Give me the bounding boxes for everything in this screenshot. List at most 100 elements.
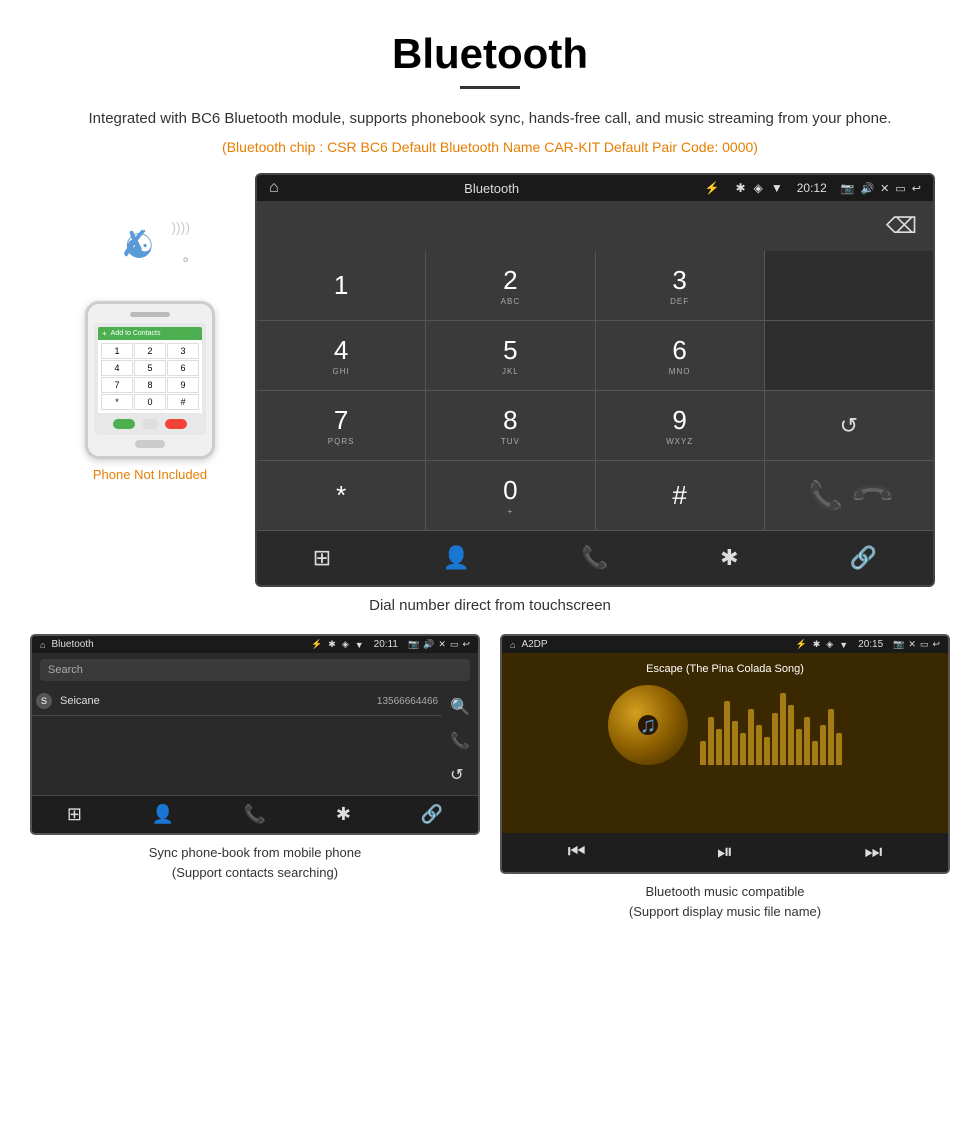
music-usb-icon: ⚡ bbox=[796, 639, 807, 650]
music-close-icon[interactable]: ✕ bbox=[908, 639, 916, 650]
home-icon[interactable]: ⌂ bbox=[269, 179, 279, 197]
music-window-icon[interactable]: ▭ bbox=[920, 639, 929, 650]
music-visualizer bbox=[700, 685, 842, 765]
pb-signal-icon: ▼ bbox=[355, 640, 364, 650]
next-button[interactable]: ⏭ bbox=[864, 841, 882, 864]
phonebook-screen: ⌂ Bluetooth ⚡ ✱ ◈ ▼ 20:11 📷 🔊 ✕ ▭ ↩ Sear… bbox=[30, 634, 480, 835]
key-5-sub: JKL bbox=[502, 367, 519, 376]
key-star[interactable]: * bbox=[257, 461, 425, 530]
pb-search-icon[interactable]: 🔍 bbox=[450, 697, 470, 717]
contact-item[interactable]: S Seicane 13566664466 bbox=[32, 687, 442, 716]
key-1-num: 1 bbox=[334, 270, 348, 301]
key-9[interactable]: 9 WXYZ bbox=[596, 391, 764, 460]
music-caption: Bluetooth music compatible (Support disp… bbox=[629, 882, 821, 921]
key-8[interactable]: 8 TUV bbox=[426, 391, 594, 460]
bar-14 bbox=[804, 717, 810, 765]
music-back-icon[interactable]: ↩ bbox=[932, 639, 940, 650]
song-title: Escape (The Pina Colada Song) bbox=[646, 663, 804, 675]
phone-dial-bottom bbox=[98, 417, 202, 431]
usb-icon: ⚡ bbox=[705, 181, 720, 195]
link-icon[interactable]: 🔗 bbox=[842, 541, 885, 575]
key-0[interactable]: 0 + bbox=[426, 461, 594, 530]
music-caption-line1: Bluetooth music compatible bbox=[646, 884, 805, 899]
page-title: Bluetooth bbox=[0, 30, 980, 78]
pb-bt-icon: ✱ bbox=[328, 639, 336, 650]
bluetooth-symbol: ☯ bbox=[124, 227, 154, 267]
close-icon[interactable]: ✕ bbox=[880, 182, 889, 195]
key-6[interactable]: 6 MNO bbox=[596, 321, 764, 390]
contacts-icon[interactable]: 👤 bbox=[435, 541, 478, 575]
add-to-contacts-label: Add to Contacts bbox=[111, 330, 161, 337]
music-screen-title: A2DP bbox=[521, 639, 789, 650]
call-red-icon[interactable]: 📞 bbox=[848, 472, 896, 520]
pb-back-icon[interactable]: ↩ bbox=[462, 639, 470, 650]
bar-15 bbox=[812, 741, 818, 765]
signal-icon: ▼ bbox=[771, 181, 783, 195]
key-4-sub: GHI bbox=[333, 367, 350, 376]
phone-speaker bbox=[130, 312, 170, 317]
key-3-num: 3 bbox=[672, 265, 686, 296]
dial-grid: 1 2 ABC 3 DEF 4 GHI 5 JKL 6 bbox=[257, 251, 933, 530]
phonebook-block: ⌂ Bluetooth ⚡ ✱ ◈ ▼ 20:11 📷 🔊 ✕ ▭ ↩ Sear… bbox=[30, 634, 480, 921]
contact-name: Seicane bbox=[60, 695, 377, 707]
key-8-sub: TUV bbox=[501, 437, 520, 446]
bar-8 bbox=[756, 725, 762, 765]
empty-cell-1 bbox=[765, 251, 933, 320]
key-2[interactable]: 2 ABC bbox=[426, 251, 594, 320]
prev-button[interactable]: ⏮ bbox=[568, 841, 586, 864]
pb-phone-icon[interactable]: 📞 bbox=[244, 804, 266, 825]
right-icons-group: 📷 🔊 ✕ ▭ ↩ bbox=[841, 182, 921, 195]
play-pause-button[interactable]: ⏯ bbox=[717, 841, 733, 864]
phonebook-search-bar[interactable]: Search bbox=[40, 659, 470, 681]
pb-volume-icon[interactable]: 🔊 bbox=[423, 639, 434, 650]
specs-line: (Bluetooth chip : CSR BC6 Default Blueto… bbox=[0, 139, 980, 155]
key-2-num: 2 bbox=[503, 265, 517, 296]
bar-18 bbox=[836, 733, 842, 765]
volume-icon[interactable]: 🔊 bbox=[860, 182, 874, 195]
pb-window-icon[interactable]: ▭ bbox=[450, 639, 459, 650]
call-green-icon[interactable]: 📞 bbox=[808, 479, 843, 512]
music-block: ⌂ A2DP ⚡ ✱ ◈ ▼ 20:15 📷 ✕ ▭ ↩ Escape (The… bbox=[500, 634, 950, 921]
key-9-sub: WXYZ bbox=[666, 437, 693, 446]
pb-bt-bottom-icon[interactable]: ✱ bbox=[336, 804, 351, 825]
bar-10 bbox=[772, 713, 778, 765]
music-camera-icon[interactable]: 📷 bbox=[893, 639, 904, 650]
grid-icon[interactable]: ⊞ bbox=[305, 541, 339, 575]
key-4[interactable]: 4 GHI bbox=[257, 321, 425, 390]
pb-close-icon[interactable]: ✕ bbox=[438, 639, 446, 650]
pb-contacts-icon[interactable]: 👤 bbox=[152, 804, 174, 825]
pb-camera-icon[interactable]: 📷 bbox=[408, 639, 419, 650]
music-caption-line2: (Support display music file name) bbox=[629, 904, 821, 919]
bar-7 bbox=[748, 709, 754, 765]
pb-grid-icon[interactable]: ⊞ bbox=[67, 804, 82, 825]
pb-refresh-icon[interactable]: ↺ bbox=[450, 765, 470, 785]
call-end-cell[interactable]: 📞 📞 bbox=[765, 461, 933, 530]
camera-icon[interactable]: 📷 bbox=[841, 182, 855, 195]
key-3[interactable]: 3 DEF bbox=[596, 251, 764, 320]
key-0-num: 0 bbox=[503, 475, 517, 506]
phone-icon[interactable]: 📞 bbox=[573, 541, 616, 575]
pb-home-icon[interactable]: ⌂ bbox=[40, 640, 45, 650]
back-icon[interactable]: ↩ bbox=[912, 182, 921, 195]
pb-right-icons: 📷 🔊 ✕ ▭ ↩ bbox=[408, 639, 470, 650]
pb-bottom-bar: ⊞ 👤 📞 ✱ 🔗 bbox=[32, 795, 478, 833]
music-home-icon[interactable]: ⌂ bbox=[510, 640, 515, 650]
pb-link-icon[interactable]: 🔗 bbox=[421, 804, 443, 825]
key-hash[interactable]: # bbox=[596, 461, 764, 530]
music-screen: ⌂ A2DP ⚡ ✱ ◈ ▼ 20:15 📷 ✕ ▭ ↩ Escape (The… bbox=[500, 634, 950, 874]
key-7[interactable]: 7 PQRS bbox=[257, 391, 425, 460]
bar-4 bbox=[724, 701, 730, 765]
bluetooth-icon[interactable]: ✱ bbox=[712, 541, 746, 575]
phone-key-hash: # bbox=[167, 394, 199, 410]
reload-cell[interactable]: ↺ bbox=[765, 391, 933, 460]
location-icon: ◈ bbox=[754, 181, 763, 195]
window-icon[interactable]: ▭ bbox=[895, 182, 905, 195]
phone-key-0: 0 bbox=[134, 394, 166, 410]
key-5[interactable]: 5 JKL bbox=[426, 321, 594, 390]
key-6-num: 6 bbox=[672, 335, 686, 366]
backspace-button[interactable]: ⌫ bbox=[886, 213, 917, 239]
pb-call-icon[interactable]: 📞 bbox=[450, 731, 470, 751]
key-1[interactable]: 1 bbox=[257, 251, 425, 320]
phone-key-8: 8 bbox=[134, 377, 166, 393]
reload-icon: ↺ bbox=[840, 413, 858, 439]
